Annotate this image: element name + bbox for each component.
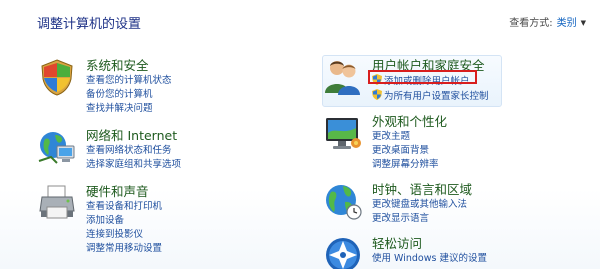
link-add-device[interactable]: 添加设备 — [86, 214, 162, 228]
link-backup-computer[interactable]: 备份您的计算机 — [86, 88, 172, 102]
view-by-control[interactable]: 查看方式: 类别 ▼ — [509, 14, 586, 29]
category-title-ease[interactable]: 轻松访问 — [372, 235, 487, 252]
link-desktop-background[interactable]: 更改桌面背景 — [372, 144, 447, 158]
category-title-clock[interactable]: 时钟、语言和区域 — [372, 181, 472, 198]
link-mobility-settings[interactable]: 调整常用移动设置 — [86, 242, 162, 256]
shield-flag-icon — [41, 59, 73, 96]
category-title-appearance[interactable]: 外观和个性化 — [372, 113, 447, 130]
link-troubleshoot[interactable]: 查找并解决问题 — [86, 102, 172, 116]
users-icon — [325, 61, 360, 95]
link-parental-controls[interactable]: 为所有用户设置家长控制 — [372, 89, 489, 104]
globe-clock-icon — [326, 185, 362, 220]
control-panel-page: 调整计算机的设置 查看方式: 类别 ▼ 系统和安全 查看您的计算机状态 备份您的计算… — [0, 0, 600, 269]
monitor-icon — [326, 118, 361, 149]
link-homegroup-sharing[interactable]: 选择家庭组和共享选项 — [86, 158, 181, 172]
ease-of-access-icon — [326, 238, 360, 269]
link-network-status[interactable]: 查看网络状态和任务 — [86, 144, 181, 158]
uac-shield-icon — [372, 89, 382, 100]
link-view-computer-status[interactable]: 查看您的计算机状态 — [86, 74, 172, 88]
highlight-box — [368, 70, 477, 84]
category-title-network[interactable]: 网络和 Internet — [86, 127, 181, 144]
link-parental-controls-label: 为所有用户设置家长控制 — [384, 91, 489, 102]
link-recommended-settings[interactable]: 使用 Windows 建议的设置 — [372, 252, 487, 266]
link-devices-printers[interactable]: 查看设备和打印机 — [86, 200, 162, 214]
link-connect-projector[interactable]: 连接到投影仪 — [86, 228, 162, 242]
chevron-down-icon[interactable]: ▼ — [581, 19, 586, 27]
category-title-system[interactable]: 系统和安全 — [86, 57, 172, 74]
page-title: 调整计算机的设置 — [37, 17, 142, 32]
category-title-hardware[interactable]: 硬件和声音 — [86, 183, 162, 200]
network-globe-icon — [38, 132, 75, 164]
link-screen-resolution[interactable]: 调整屏幕分辨率 — [372, 158, 447, 172]
view-by-value[interactable]: 类别 — [557, 18, 577, 29]
link-change-display-language[interactable]: 更改显示语言 — [372, 212, 472, 226]
view-by-label: 查看方式: — [509, 18, 553, 29]
link-change-theme[interactable]: 更改主题 — [372, 130, 447, 144]
link-change-input-method[interactable]: 更改键盘或其他输入法 — [372, 198, 472, 212]
printer-icon — [39, 185, 75, 219]
